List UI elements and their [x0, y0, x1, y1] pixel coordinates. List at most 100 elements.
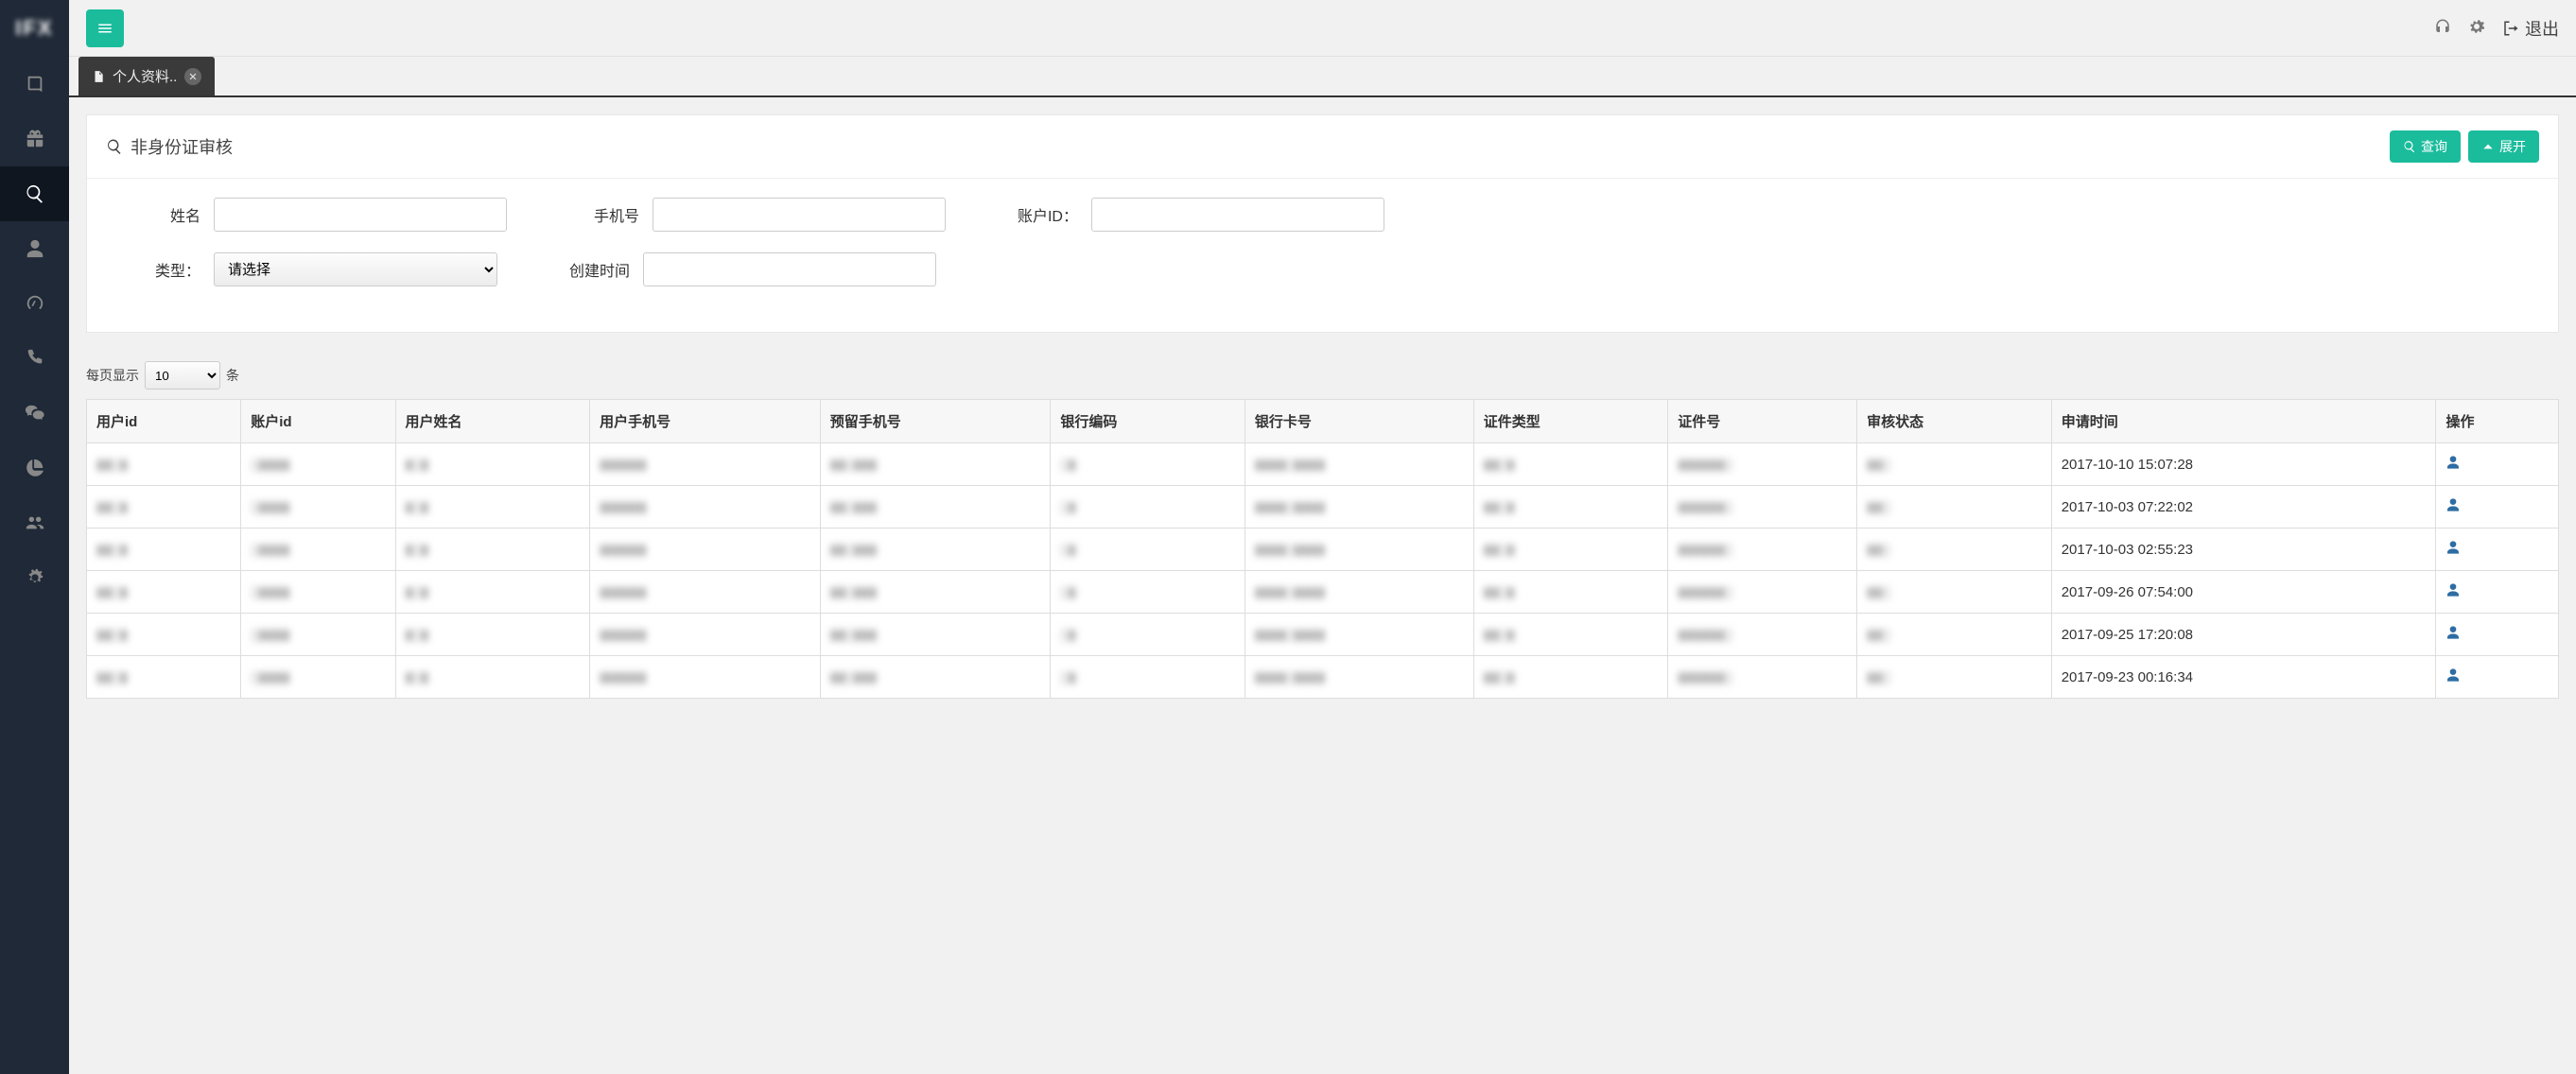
name-field[interactable] — [214, 198, 507, 232]
sidebar-item-chart[interactable] — [0, 441, 69, 495]
table-header[interactable]: 用户id — [87, 400, 241, 443]
table-cell: ▯▮ — [1051, 528, 1245, 571]
create-time-field[interactable] — [643, 252, 936, 286]
table-cell: ▯▮▮▮▮ — [241, 486, 395, 528]
tab-close-button[interactable] — [184, 68, 201, 85]
table-cell-time: 2017-09-23 00:16:34 — [2051, 656, 2436, 699]
table-cell: ▮▮▯▮ — [87, 443, 241, 486]
table-header[interactable]: 申请时间 — [2051, 400, 2436, 443]
table-cell: ▮▮▯▮ — [1473, 656, 1668, 699]
table-cell: ▮▮▮▮▮▮ — [590, 486, 821, 528]
table-header[interactable]: 账户id — [241, 400, 395, 443]
phone-icon — [25, 348, 45, 369]
table-cell: ▮▯▮ — [395, 571, 590, 614]
table-cell: ▮▮▮▮▯▮▮▮▮ — [1244, 571, 1473, 614]
table-cell: ▮▮▯▮▮▮ — [820, 571, 1051, 614]
table-header[interactable]: 预留手机号 — [820, 400, 1051, 443]
row-action-button[interactable] — [2445, 543, 2461, 559]
table-header[interactable]: 操作 — [2436, 400, 2559, 443]
table-cell: ▮▯▮ — [395, 614, 590, 656]
sidebar-item-settings[interactable] — [0, 550, 69, 605]
expand-button[interactable]: 展开 — [2468, 130, 2539, 163]
topbar: 退出 — [69, 0, 2576, 57]
user-icon — [2445, 540, 2461, 555]
table-cell: ▮▮▮▮▯▮▮▮▮ — [1244, 614, 1473, 656]
user-icon — [25, 238, 45, 259]
type-select[interactable]: 请选择 — [214, 252, 497, 286]
sidebar-item-users[interactable] — [0, 495, 69, 550]
user-icon — [2445, 667, 2461, 683]
dashboard-icon — [25, 293, 45, 314]
table-cell: ▮▮▯▮▮▮ — [820, 656, 1051, 699]
account-id-field[interactable] — [1091, 198, 1384, 232]
table-cell: ▮▮▯▮ — [87, 571, 241, 614]
table-cell: ▯▮ — [1051, 571, 1245, 614]
sidebar-item-gift[interactable] — [0, 112, 69, 166]
table-cell: ▮▮▮▮▮▮▯ — [1668, 656, 1857, 699]
table-cell-time: 2017-09-26 07:54:00 — [2051, 571, 2436, 614]
page-size-suffix: 条 — [226, 366, 239, 385]
table-cell: ▮▯▮ — [395, 486, 590, 528]
sidebar-item-user[interactable] — [0, 221, 69, 276]
table-cell-action — [2436, 528, 2559, 571]
table-cell: ▮▮▯▮ — [1473, 571, 1668, 614]
row-action-button[interactable] — [2445, 628, 2461, 644]
headphones-button[interactable] — [2434, 18, 2451, 38]
table-cell: ▮▮▯▮▮▮ — [820, 614, 1051, 656]
query-button[interactable]: 查询 — [2390, 130, 2461, 163]
logout-button[interactable]: 退出 — [2502, 16, 2559, 41]
table-row: ▮▮▯▮▯▮▮▮▮▮▯▮▮▮▮▮▮▮▮▮▯▮▮▮▯▮▮▮▮▮▯▮▮▮▮▮▮▯▮▮… — [87, 443, 2559, 486]
table-header[interactable]: 证件类型 — [1473, 400, 1668, 443]
phone-field[interactable] — [653, 198, 946, 232]
table-header[interactable]: 用户姓名 — [395, 400, 590, 443]
table-header[interactable]: 用户手机号 — [590, 400, 821, 443]
logout-label: 退出 — [2525, 16, 2559, 41]
table-cell: ▮▮▯▮▮▮ — [820, 443, 1051, 486]
type-label: 类型： — [115, 258, 200, 281]
table-header[interactable]: 银行卡号 — [1244, 400, 1473, 443]
table-cell: ▯▮▮▮▮ — [241, 656, 395, 699]
table-cell-action — [2436, 486, 2559, 528]
settings-button[interactable] — [2468, 18, 2485, 38]
table-row: ▮▮▯▮▯▮▮▮▮▮▯▮▮▮▮▮▮▮▮▮▯▮▮▮▯▮▮▮▮▮▯▮▮▮▮▮▮▯▮▮… — [87, 528, 2559, 571]
table-cell: ▮▮▯ — [1857, 614, 2052, 656]
table-header[interactable]: 审核状态 — [1857, 400, 2052, 443]
table-header[interactable]: 证件号 — [1668, 400, 1857, 443]
table-cell: ▮▯▮ — [395, 528, 590, 571]
table-cell: ▯▮▮▮▮ — [241, 571, 395, 614]
table-header[interactable]: 银行编码 — [1051, 400, 1245, 443]
tab-personal-info[interactable]: 个人资料.. — [78, 57, 215, 95]
tab-strip: 个人资料.. — [69, 57, 2576, 97]
table-cell: ▮▮▮▮▮▮ — [590, 528, 821, 571]
table-cell: ▮▮▯ — [1857, 656, 2052, 699]
table-cell: ▮▮▯ — [1857, 528, 2052, 571]
hamburger-icon — [96, 20, 113, 37]
headphones-icon — [2434, 18, 2451, 35]
sidebar-item-wechat[interactable] — [0, 386, 69, 441]
table-cell: ▮▮▮▮▮▮ — [590, 656, 821, 699]
panel-title: 非身份证审核 — [131, 134, 233, 159]
table-cell-time: 2017-10-03 07:22:02 — [2051, 486, 2436, 528]
sidebar-item-search[interactable] — [0, 166, 69, 221]
table-cell: ▮▮▮▮▮▮▯ — [1668, 443, 1857, 486]
sidebar-item-book[interactable] — [0, 57, 69, 112]
row-action-button[interactable] — [2445, 670, 2461, 686]
row-action-button[interactable] — [2445, 585, 2461, 601]
sidebar-item-phone[interactable] — [0, 331, 69, 386]
page-size-select[interactable]: 10 — [145, 361, 220, 390]
table-cell: ▮▯▮ — [395, 443, 590, 486]
logout-icon — [2502, 20, 2519, 37]
chevron-up-icon — [2481, 140, 2495, 153]
table-cell: ▮▮▯▮ — [87, 614, 241, 656]
wechat-icon — [25, 403, 45, 424]
table-cell: ▮▯▮ — [395, 656, 590, 699]
menu-toggle-button[interactable] — [86, 9, 124, 47]
table-cell: ▮▮▮▮▮▮▯ — [1668, 528, 1857, 571]
table-cell: ▮▮▯ — [1857, 443, 2052, 486]
gears-icon — [25, 567, 45, 588]
row-action-button[interactable] — [2445, 500, 2461, 516]
table-cell-action — [2436, 656, 2559, 699]
account-label: 账户ID： — [993, 203, 1078, 226]
sidebar-item-dashboard[interactable] — [0, 276, 69, 331]
row-action-button[interactable] — [2445, 458, 2461, 474]
